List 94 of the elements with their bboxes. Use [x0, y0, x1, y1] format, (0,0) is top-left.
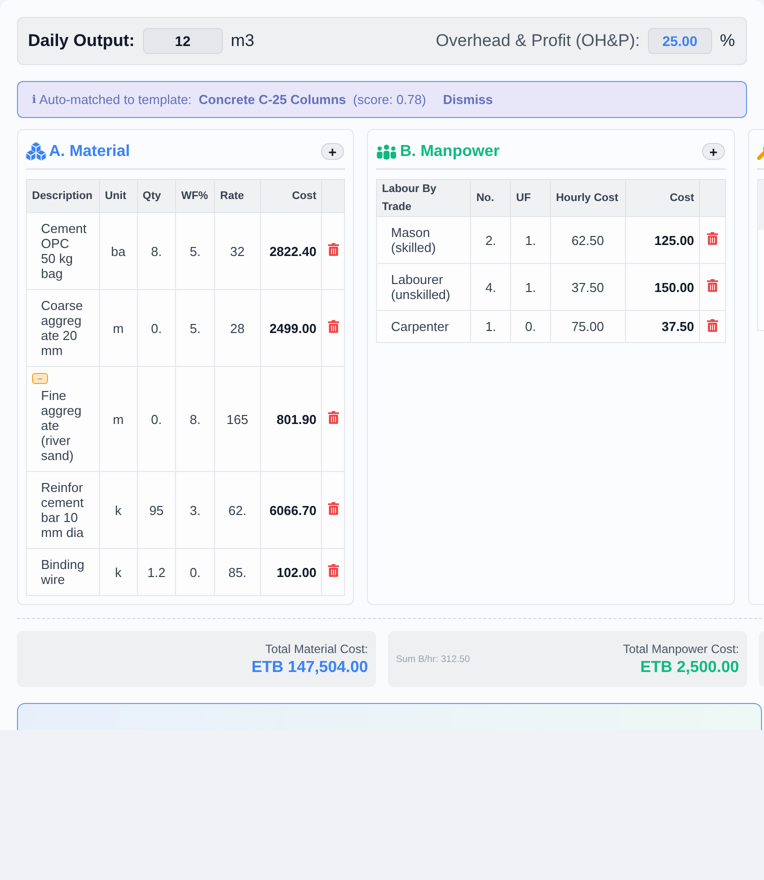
add-button[interactable]: +	[702, 143, 725, 160]
description-text: Reinforcement bar 10 mm dia	[41, 480, 84, 540]
value-input[interactable]: 1.2	[147, 564, 166, 580]
daily-output-field[interactable]: 12	[142, 28, 223, 54]
value-input[interactable]: 4.	[485, 280, 496, 294]
column-header: Unit	[99, 180, 138, 212]
value-input[interactable]: k	[115, 502, 122, 518]
number-value: 62.50	[571, 232, 604, 248]
column-header: Cost	[625, 180, 700, 216]
ohp-label: Overhead & Profit (OH&P):	[436, 31, 640, 51]
cost-value: 125.00	[654, 232, 694, 248]
delete-button[interactable]	[328, 411, 339, 424]
add-button[interactable]: +	[321, 143, 344, 160]
value-input[interactable]: 85.	[228, 564, 246, 580]
delete-button[interactable]	[328, 243, 339, 256]
column-header: UF	[510, 180, 550, 216]
cost-value: 102.00	[276, 564, 316, 580]
delete-button[interactable]	[707, 232, 718, 245]
value-input[interactable]: ba	[111, 244, 126, 258]
description-text: Coarse aggregate 20 mm	[41, 298, 83, 358]
value-input[interactable]: 5.	[190, 244, 201, 258]
total-label: Total Manpower Cost:	[622, 642, 739, 656]
column-header: WF%	[176, 180, 215, 212]
value-input[interactable]: 95	[149, 502, 164, 518]
value-input[interactable]: k	[115, 564, 122, 580]
description-text: Binding wire	[41, 557, 84, 587]
total-label: Total Material Cost:	[265, 642, 368, 656]
value-input[interactable]: 62.	[228, 502, 246, 518]
cost-value: 801.90	[276, 412, 316, 426]
value-input[interactable]: 0.	[190, 564, 201, 580]
people-icon	[376, 144, 397, 160]
trash-icon	[707, 232, 718, 245]
trash-icon	[328, 564, 339, 577]
number-value: 37.50	[571, 280, 604, 294]
column-header: Labour By Trade	[376, 180, 471, 216]
match-score: (score: 0.78)	[353, 92, 426, 107]
cost-value: 150.00	[654, 280, 694, 294]
column-header: No.	[470, 180, 511, 216]
trash-icon	[707, 318, 718, 332]
value-input[interactable]: m	[112, 412, 124, 426]
column-header: Cost	[260, 180, 322, 212]
value-input[interactable]: 1.	[525, 280, 536, 294]
description-text: Cement OPC 50 kg bag	[41, 221, 87, 281]
number-value: 75.00	[571, 319, 604, 334]
value-input[interactable]: 0.	[525, 319, 536, 334]
column-header: Qty	[137, 180, 176, 212]
delete-button[interactable]	[328, 320, 339, 333]
banner-label: Auto-matched to template:	[39, 92, 192, 107]
delete-button[interactable]	[707, 318, 718, 332]
value-input[interactable]: 2.	[485, 232, 496, 248]
value-input[interactable]: 8.	[190, 412, 201, 426]
description-text: Mason (skilled)	[391, 225, 436, 255]
flag-badge: –	[32, 373, 48, 384]
value-input[interactable]: 8.	[151, 244, 162, 258]
cost-value: 37.50	[662, 319, 694, 334]
value-input[interactable]: m	[112, 320, 124, 336]
value-input[interactable]: 0.	[151, 320, 162, 336]
cost-value: 2822.40	[269, 244, 316, 258]
value-input[interactable]: 1.	[485, 319, 496, 334]
trash-icon	[328, 243, 339, 256]
total-amount: ETB 2,500.00	[640, 658, 739, 676]
value-input[interactable]: 1.	[525, 232, 536, 248]
value-input[interactable]: 3.	[190, 502, 201, 518]
dismiss-button[interactable]: Dismiss	[443, 92, 493, 107]
cubes-icon	[26, 142, 46, 161]
column-header: Description	[26, 180, 100, 212]
value-input[interactable]: 32	[230, 244, 245, 258]
description-text: Carpenter	[391, 319, 449, 334]
delete-button[interactable]	[707, 279, 718, 292]
info-icon: ℹ	[32, 93, 36, 106]
output-unit-label: m3	[230, 31, 254, 51]
cost-value: 6066.70	[269, 502, 316, 518]
value-input[interactable]: 165	[226, 412, 248, 426]
template-name: Concrete C-25 Columns	[198, 92, 346, 107]
trash-icon	[328, 411, 339, 424]
daily-output-label: Daily Output:	[28, 31, 135, 51]
percent-label: %	[720, 31, 735, 51]
delete-button[interactable]	[328, 502, 339, 515]
trash-icon	[707, 279, 718, 292]
description-text: Fine aggregate (river sand)	[41, 388, 82, 463]
trash-icon	[328, 502, 339, 515]
trash-icon	[328, 320, 339, 333]
total-amount: ETB 147,504.00	[251, 658, 368, 676]
column-header: Hourly Cost	[550, 180, 626, 216]
cost-value: 2499.00	[269, 320, 316, 336]
delete-button[interactable]	[328, 564, 339, 577]
value-input[interactable]: 0.	[151, 412, 162, 426]
panel-title: A. Material	[49, 142, 130, 160]
value-input[interactable]: 5.	[190, 320, 201, 336]
value-input[interactable]: 28	[230, 320, 245, 336]
description-text: Labourer (unskilled)	[391, 272, 450, 302]
panel-title: B. Manpower	[400, 142, 500, 160]
column-header: Rate	[214, 180, 260, 212]
rate-note: Sum B/hr: 312.50	[396, 654, 470, 664]
